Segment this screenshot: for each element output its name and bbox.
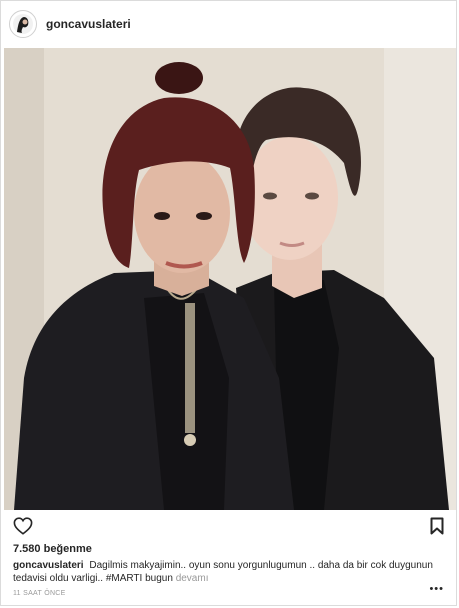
caption-more-link[interactable]: devamı — [176, 573, 209, 584]
post-caption: goncavuslateri Dagilmis makyajimin.. oyu… — [13, 559, 434, 585]
like-count-label: beğenme — [43, 543, 92, 555]
instagram-post: goncavuslateri 7.580 beğenme goncavuslat… — [0, 0, 457, 606]
ellipsis-icon: ••• — [429, 583, 444, 595]
photo-content — [4, 48, 456, 510]
post-actions — [1, 515, 456, 539]
post-photo[interactable] — [4, 48, 456, 510]
avatar-image — [13, 13, 33, 34]
bookmark-outline-icon — [430, 517, 444, 535]
post-header: goncavuslateri — [1, 1, 456, 46]
heart-outline-icon — [13, 517, 33, 535]
post-timestamp: 11 SAAT ÖNCE — [13, 590, 66, 597]
post-username[interactable]: goncavuslateri — [46, 17, 131, 31]
like-count[interactable]: 7.580 beğenme — [13, 543, 92, 555]
save-button[interactable] — [430, 517, 444, 540]
like-count-number: 7.580 — [13, 543, 41, 555]
avatar[interactable] — [9, 9, 37, 38]
caption-username[interactable]: goncavuslateri — [13, 560, 84, 571]
options-button[interactable]: ••• — [429, 583, 444, 595]
like-button[interactable] — [13, 517, 33, 540]
